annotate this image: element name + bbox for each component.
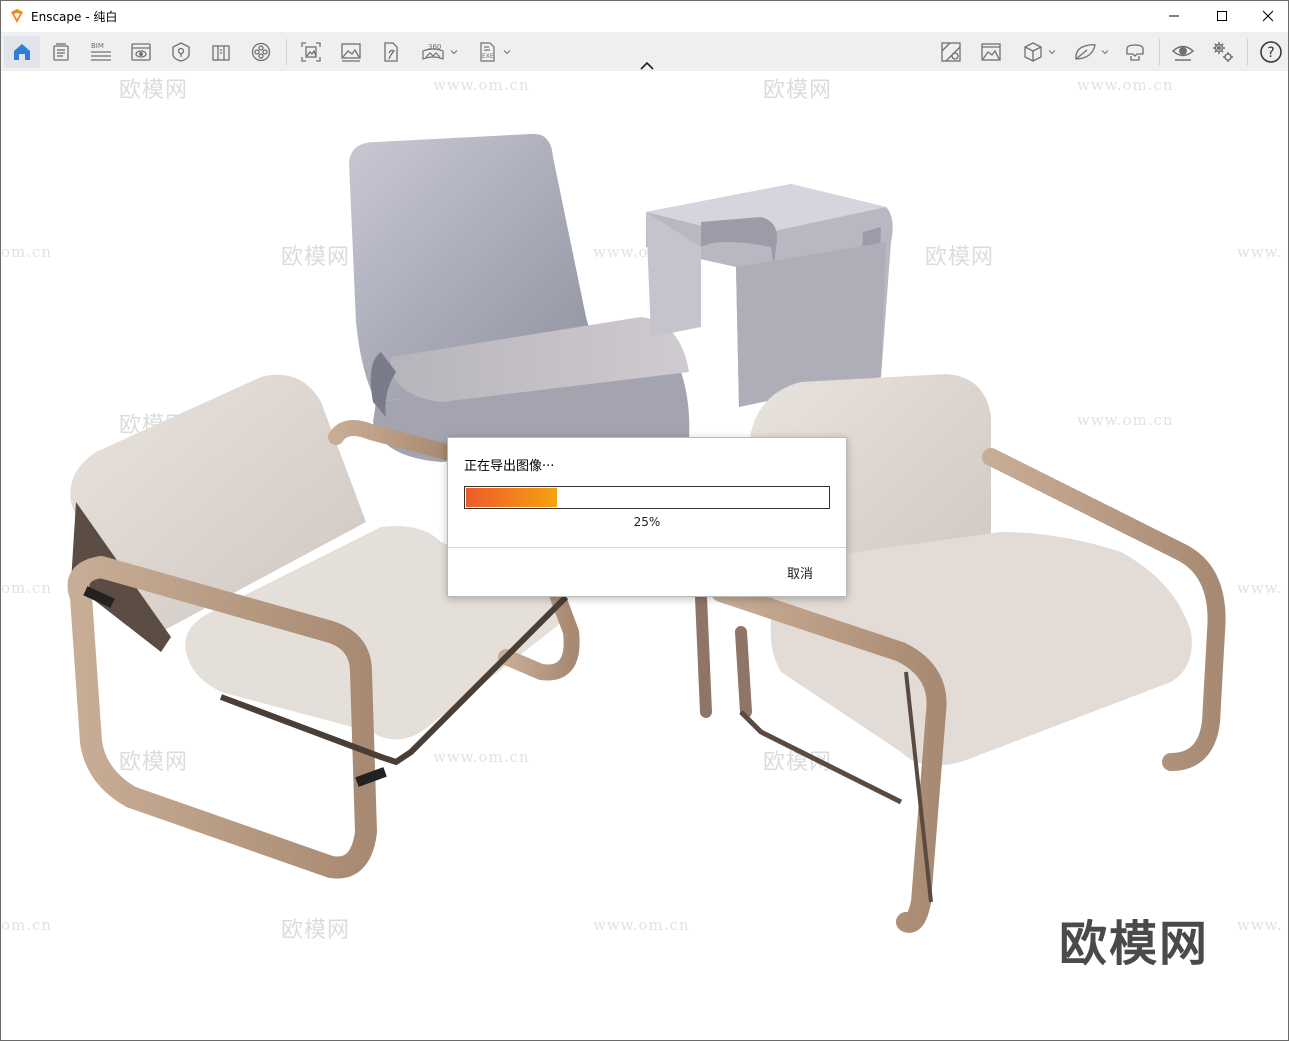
minimize-button[interactable]	[1151, 1, 1197, 31]
svg-text:?: ?	[1267, 45, 1274, 61]
visual-settings-button[interactable]	[125, 36, 157, 68]
chevron-down-icon	[450, 50, 458, 55]
asset-library-button[interactable]	[45, 36, 77, 68]
progress-fill	[466, 488, 557, 507]
enscape-window: Enscape - 纯白 BIM 360 EXE ? 欧模网 www.om.cn…	[0, 0, 1289, 1041]
brand-watermark: 欧模网	[1059, 916, 1210, 972]
bim-icon: BIM	[91, 42, 111, 61]
export-icon	[384, 42, 398, 62]
visibility-button[interactable]	[1167, 36, 1199, 68]
dialog-divider	[448, 547, 846, 548]
export-progress-dialog: 正在导出图像··· 25% 取消	[447, 437, 847, 597]
material-editor-icon	[212, 45, 230, 61]
visual-settings-icon	[131, 43, 151, 61]
chevron-down-icon	[1048, 50, 1056, 55]
enscape-logo-icon	[11, 9, 23, 23]
home-icon	[14, 44, 30, 60]
image-icon	[981, 43, 1001, 61]
vr-headset-icon	[1126, 44, 1144, 61]
toolbar-separator	[1247, 39, 1248, 65]
views-button[interactable]	[165, 36, 197, 68]
views-icon	[172, 42, 190, 62]
shape-icon	[1075, 44, 1096, 60]
minimize-icon	[1169, 15, 1179, 17]
toolbar-separator	[286, 39, 287, 65]
svg-text:EXE: EXE	[482, 53, 494, 60]
progress-bar	[464, 486, 830, 509]
maximize-icon	[1217, 11, 1227, 21]
exe-export-button[interactable]: EXE	[471, 36, 517, 68]
bim-button[interactable]: BIM	[85, 36, 117, 68]
video-editor-button[interactable]	[245, 36, 277, 68]
map-button[interactable]	[935, 36, 967, 68]
window-title: Enscape - 纯白	[31, 10, 118, 24]
asset-library-icon	[53, 43, 69, 61]
close-icon	[1262, 10, 1274, 22]
help-button[interactable]: ?	[1255, 36, 1287, 68]
metal-lounge-chair	[349, 133, 690, 462]
settings-gears-icon	[1213, 42, 1233, 62]
chevron-down-icon	[1101, 50, 1109, 55]
batch-render-icon	[341, 43, 361, 62]
panorama-360-icon: 360	[422, 43, 444, 60]
material-editor-button[interactable]	[205, 36, 237, 68]
collapse-toolbar-chevron-icon[interactable]	[637, 60, 657, 72]
shape-button[interactable]	[1067, 36, 1115, 68]
exe-export-icon: EXE	[480, 42, 495, 62]
settings-button[interactable]	[1207, 36, 1239, 68]
panorama-360-button[interactable]: 360	[415, 36, 463, 68]
metal-side-chair	[646, 184, 893, 407]
screenshot-button[interactable]	[295, 36, 327, 68]
title-bar: Enscape - 纯白	[1, 1, 1288, 31]
eye-icon	[1171, 45, 1195, 61]
dialog-title: 正在导出图像···	[464, 459, 555, 474]
video-editor-icon	[251, 42, 271, 62]
cube-icon	[1024, 42, 1042, 62]
batch-render-button[interactable]	[335, 36, 367, 68]
vr-headset-button[interactable]	[1119, 36, 1151, 68]
home-button[interactable]	[4, 36, 40, 68]
maximize-button[interactable]	[1199, 1, 1245, 31]
map-icon	[941, 42, 961, 62]
progress-percent: 25%	[633, 515, 661, 529]
close-button[interactable]	[1245, 1, 1288, 31]
toolbar-separator	[1159, 39, 1160, 65]
image-settings-button[interactable]	[975, 36, 1007, 68]
help-icon: ?	[1260, 41, 1282, 63]
screenshot-icon	[301, 42, 321, 62]
cube-button[interactable]	[1015, 36, 1063, 68]
chevron-down-icon	[503, 50, 511, 55]
export-button[interactable]	[375, 36, 407, 68]
svg-text:BIM: BIM	[91, 42, 104, 50]
cancel-button[interactable]: 取消	[787, 563, 813, 582]
